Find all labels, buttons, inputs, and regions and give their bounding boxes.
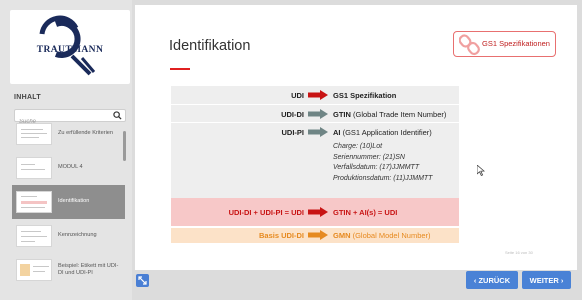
row-value: GTIN + AI(s) = UDI	[333, 208, 398, 217]
toc-thumbnail	[16, 191, 52, 213]
row-label: UDI-DI	[281, 110, 304, 119]
detail-produktionsdatum: Produktionsdatum: (11)JJMMTT	[333, 174, 433, 182]
next-button-label: WEITER	[529, 275, 559, 285]
gtin-term: GTIN	[333, 110, 351, 119]
chevron-right-icon: ›	[558, 275, 564, 285]
page-title: Identifikation	[169, 38, 251, 54]
gtin-description: (Global Trade Item Number)	[350, 110, 447, 119]
detail-seriennummer: Seriennummer: (21)SN	[333, 153, 405, 161]
row-value: AI (GS1 Application Identifier)	[333, 128, 432, 137]
row-label: UDI-DI + UDI-PI = UDI	[228, 208, 304, 217]
gs1-button-label: GS1 Spezifikationen	[482, 39, 550, 48]
expand-arrows-icon	[138, 276, 147, 285]
mouse-cursor-icon	[477, 165, 485, 176]
gmn-term: GMN	[333, 231, 351, 240]
toc-item-label: Identifikation	[58, 198, 90, 205]
arrow-right-icon	[308, 127, 328, 137]
table-row-udi-di: UDI-DI GTIN (Global Trade Item Number)	[171, 104, 459, 122]
search-box[interactable]	[14, 109, 126, 128]
row-label: Basis UDI-DI	[258, 231, 304, 240]
ai-term: AI	[333, 128, 341, 137]
ai-description: (GS1 Application Identifier)	[340, 128, 432, 137]
gmn-description: (Global Model Number)	[350, 231, 431, 240]
row-value: GTIN (Global Trade Item Number)	[333, 110, 446, 119]
detail-verfallsdatum: Verfallsdatum: (17)JJMMTT	[333, 164, 420, 172]
toc-item-kennzeichnung[interactable]: Kennzeichnung	[12, 219, 125, 253]
chain-link-icon	[459, 34, 480, 56]
arrow-right-icon	[308, 207, 328, 217]
toc-thumbnail	[16, 259, 52, 281]
table-row-udi: UDI GS1 Spezifikation	[171, 86, 459, 104]
toc-item-identifikation[interactable]: Identifikation	[12, 185, 125, 219]
toc-item-label: Zu erfüllende Kriterien	[58, 130, 114, 137]
toc-scrollbar[interactable]	[123, 131, 126, 161]
toc-item-zu-erfuellende-kriterien[interactable]: Zu erfüllende Kriterien	[12, 123, 125, 151]
next-button[interactable]: WEITER ›	[522, 271, 571, 289]
toc-item-modul-4[interactable]: MODUL 4	[12, 151, 125, 185]
toc-list: Zu erfüllende Kriterien MODUL 4 Identifi…	[12, 123, 127, 286]
content-panel: Identifikation GS1 Spezifikationen UDI G…	[135, 5, 577, 270]
table-row-basis-udi-di: Basis UDI-DI GMN (Global Model Number)	[171, 226, 459, 243]
gs1-specifications-button[interactable]: GS1 Spezifikationen	[453, 31, 556, 57]
page-number: Seite 16 von 30	[505, 250, 533, 255]
toc-item-label: Beispiel: Etikett mit UDI-DI und UDI-PI	[58, 262, 119, 277]
trautmann-logo: TRAUTMANN	[10, 10, 130, 84]
toc-thumbnail	[16, 123, 52, 145]
detail-charge: Charge: (10)Lot	[333, 143, 383, 150]
sidebar: TRAUTMANN INHALT Zu erfüllende Kriterien…	[0, 0, 132, 300]
udi-mapping-table: UDI GS1 Spezifikation UDI-DI GTIN (Globa…	[171, 86, 459, 243]
toc-thumbnail	[16, 225, 52, 247]
arrow-right-icon	[308, 109, 328, 119]
arrow-right-icon	[308, 230, 328, 240]
toc-thumbnail	[16, 157, 52, 179]
toc-item-beispiel-etikett[interactable]: Beispiel: Etikett mit UDI-DI und UDI-PI	[12, 253, 125, 286]
ai-details: Charge: (10)Lot Seriennummer: (21)SN Ver…	[333, 142, 432, 184]
back-button[interactable]: ‹ ZURÜCK	[466, 271, 518, 289]
expand-button[interactable]	[136, 274, 149, 287]
table-row-combined: UDI-DI + UDI-PI = UDI GTIN + AI(s) = UDI	[171, 198, 459, 226]
toc-heading: INHALT	[14, 94, 41, 101]
row-value: GS1 Spezifikation	[333, 91, 397, 100]
row-value: GMN (Global Model Number)	[333, 231, 431, 240]
toc-item-label: MODUL 4	[58, 164, 83, 171]
toc-item-label: Kennzeichnung	[58, 232, 97, 239]
title-underline	[170, 68, 190, 70]
back-button-label: ZURÜCK	[478, 275, 511, 285]
arrow-right-icon	[308, 90, 328, 100]
logo-text: TRAUTMANN	[36, 45, 104, 55]
row-label: UDI	[291, 91, 304, 100]
row-label: UDI-PI	[281, 128, 305, 137]
search-icon[interactable]	[113, 111, 122, 120]
